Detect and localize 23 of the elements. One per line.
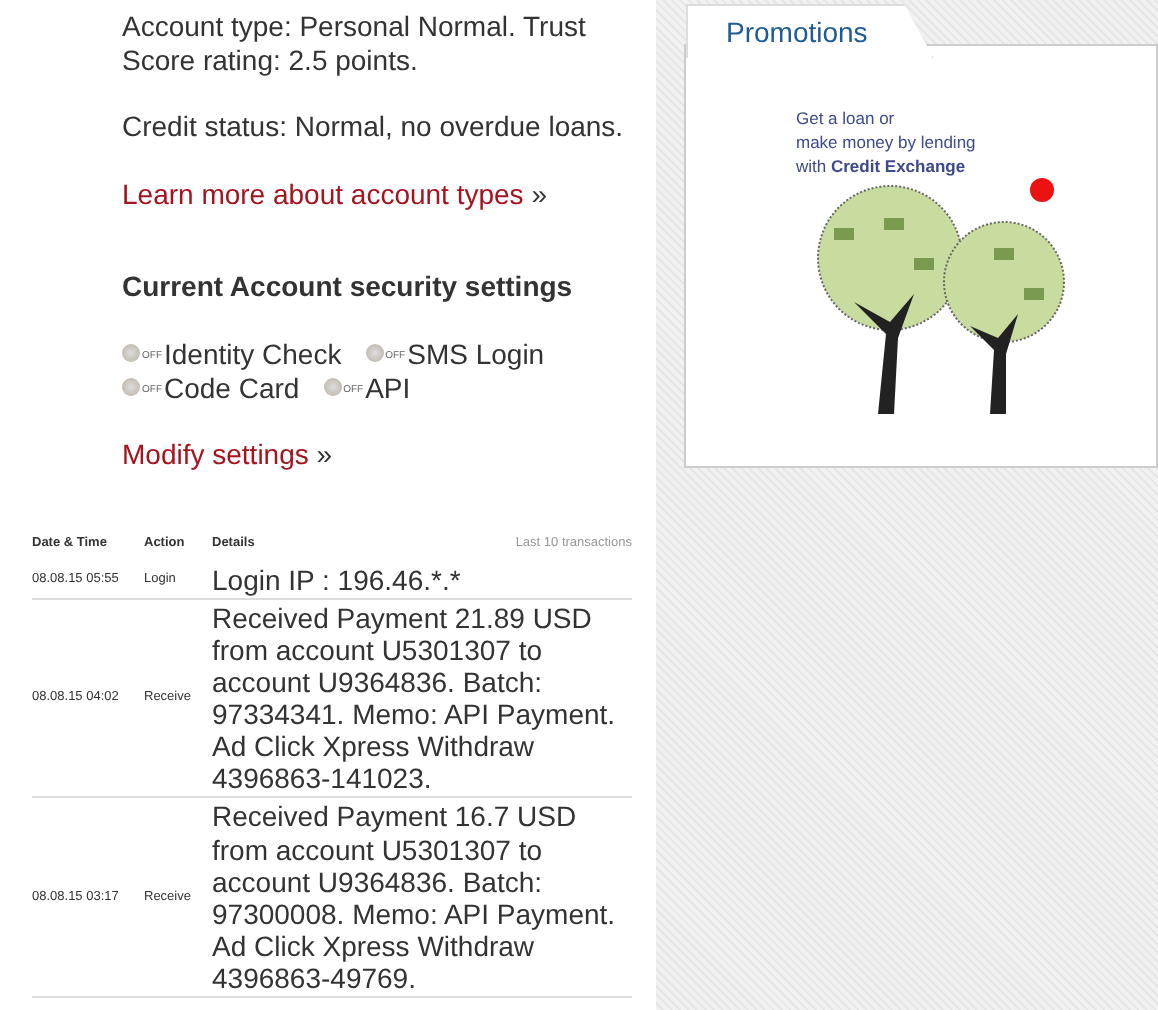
setting-label: Identity Check [164,337,342,369]
banner-text: make money by lending [796,130,978,154]
status-label: OFF [343,384,364,396]
status-label: OFF [385,349,406,361]
setting-label: SMS Login [407,337,545,369]
setting-label: API [365,372,411,404]
status-label: OFF [142,349,162,361]
logo-icon [1030,178,1054,202]
promotions-tab[interactable]: Promotions [686,4,934,58]
banner-text: Get a loan or [796,106,897,130]
arrow-text: » [316,437,333,469]
table-cell: Received Payment 21.89 USD from account U5301307 to account U9364836. Batch: 97334341. Memo: API Payment. Ad Click Xpress Withdraw 4396863-141023. [212,598,632,798]
setting-label: Code Card [164,372,300,404]
section-heading: Current Account security settings [122,270,575,303]
account-types-link[interactable]: Learn more about account types [122,177,524,209]
banner-text: with Credit Exchange [796,154,968,178]
table-cell: Received Payment 16.7 USD from account U5301307 to account U9364836. Batch: 97300008. Memo: API Payment. Ad Click Xpress Withdraw 4396863-49769. [212,797,632,997]
status-label: OFF [142,384,162,396]
table-cell: Login IP : 196.46.*.* [212,561,632,599]
info-text: Credit status: Normal, no overdue loans. [122,110,626,143]
info-text: Account type: Personal Normal. Trust Score rating: 2.5 points. [122,10,588,76]
modify-settings-link[interactable]: Modify settings [122,437,309,469]
arrow-text: » [531,177,547,209]
